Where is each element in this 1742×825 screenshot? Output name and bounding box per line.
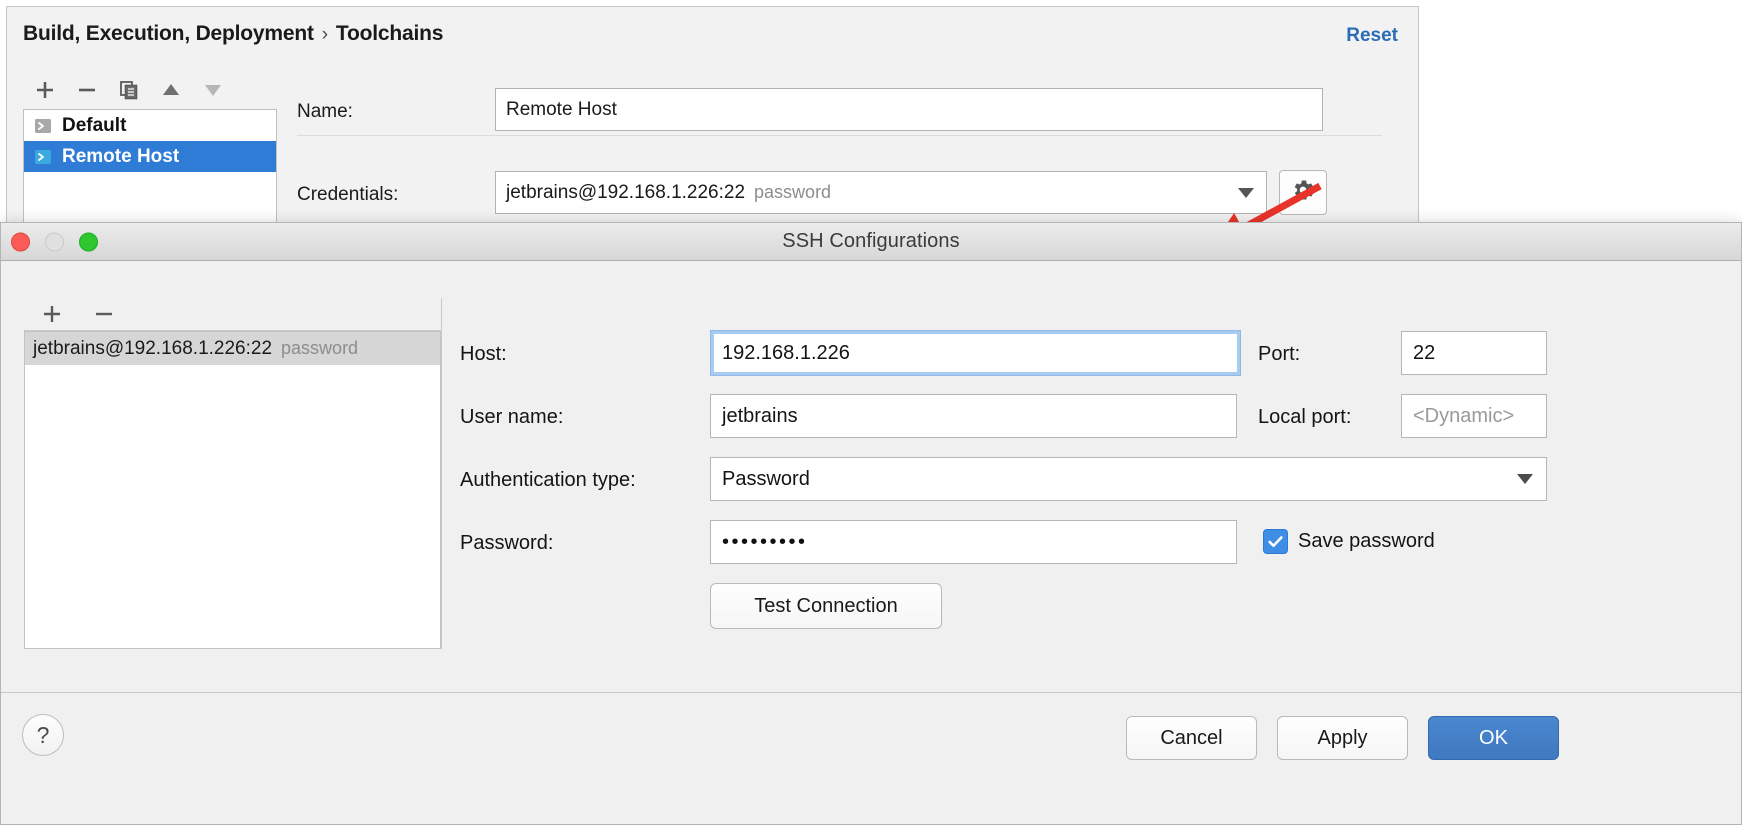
password-input-value: •••••••••	[722, 531, 808, 554]
copy-icon[interactable]	[117, 78, 141, 102]
cancel-label: Cancel	[1160, 727, 1222, 750]
ssh-config-auth-suffix: password	[281, 338, 358, 359]
close-window-button[interactable]	[11, 232, 30, 251]
local-port-input[interactable]: <Dynamic>	[1401, 394, 1547, 438]
zoom-window-button[interactable]	[79, 232, 98, 251]
host-input-value: 192.168.1.226	[722, 342, 850, 365]
breadcrumb-separator-icon: ›	[314, 24, 336, 45]
name-input[interactable]: Remote Host	[495, 88, 1323, 131]
toolchain-list-column: Default Remote Host	[23, 70, 277, 230]
auth-type-value: Password	[722, 468, 810, 491]
password-input[interactable]: •••••••••	[710, 520, 1237, 564]
form-divider	[297, 135, 1382, 136]
list-item[interactable]: jetbrains@192.168.1.226:22 password	[25, 332, 440, 365]
list-item-remote-host[interactable]: Remote Host	[24, 141, 276, 172]
ssh-configuration-list[interactable]: jetbrains@192.168.1.226:22 password	[24, 331, 441, 649]
list-item-label: Remote Host	[62, 146, 179, 168]
help-button[interactable]: ?	[22, 714, 64, 756]
save-password-label: Save password	[1298, 530, 1435, 553]
local-port-label: Local port:	[1258, 406, 1351, 429]
dialog-footer: ? Cancel Apply OK	[1, 693, 1741, 824]
auth-type-dropdown[interactable]: Password	[710, 457, 1547, 501]
gear-icon	[1290, 177, 1316, 208]
credentials-auth-suffix: password	[754, 182, 831, 203]
ssh-config-label: jetbrains@192.168.1.226:22	[33, 338, 272, 360]
add-icon[interactable]	[40, 302, 64, 326]
username-label: User name:	[460, 406, 563, 429]
minimize-window-button[interactable]	[45, 232, 64, 251]
ok-label: OK	[1479, 727, 1508, 750]
credentials-label: Credentials:	[297, 184, 398, 206]
apply-button[interactable]: Apply	[1277, 716, 1408, 760]
ok-button[interactable]: OK	[1428, 716, 1559, 760]
host-label: Host:	[460, 343, 507, 366]
apply-label: Apply	[1317, 727, 1367, 750]
port-label: Port:	[1258, 343, 1300, 366]
credentials-value: jetbrains@192.168.1.226:22	[506, 182, 745, 204]
settings-panel: Build, Execution, Deployment›Toolchains …	[6, 6, 1419, 222]
password-label: Password:	[460, 532, 553, 555]
breadcrumb: Build, Execution, Deployment›Toolchains	[23, 22, 443, 46]
chevron-down-icon	[1517, 474, 1533, 484]
toolchain-detail-form: Name: Remote Host Credentials: jetbrains…	[279, 70, 1418, 230]
panel-divider	[441, 298, 442, 649]
reset-link[interactable]: Reset	[1346, 25, 1398, 47]
toolchain-list-toolbar	[23, 70, 277, 109]
credentials-settings-button[interactable]	[1279, 170, 1327, 215]
move-up-icon[interactable]	[159, 78, 183, 102]
add-icon[interactable]	[33, 78, 57, 102]
local-port-placeholder: <Dynamic>	[1413, 405, 1514, 428]
cancel-button[interactable]: Cancel	[1126, 716, 1257, 760]
username-input[interactable]: jetbrains	[710, 394, 1237, 438]
host-input[interactable]: 192.168.1.226	[710, 330, 1241, 376]
test-connection-button[interactable]: Test Connection	[710, 583, 942, 629]
list-item-label: Default	[62, 115, 126, 137]
screenshot-root: Build, Execution, Deployment›Toolchains …	[0, 0, 1742, 825]
name-label: Name:	[297, 101, 353, 123]
list-item-default[interactable]: Default	[24, 110, 276, 141]
username-input-value: jetbrains	[722, 405, 798, 428]
move-down-icon[interactable]	[201, 78, 225, 102]
save-password-checkbox[interactable]: Save password	[1263, 529, 1435, 554]
help-button-label: ?	[37, 722, 50, 749]
port-input[interactable]: 22	[1401, 331, 1547, 375]
test-connection-label: Test Connection	[754, 595, 897, 618]
window-controls	[11, 232, 98, 251]
remove-icon[interactable]	[92, 302, 116, 326]
local-toolchain-icon	[33, 116, 53, 136]
dialog-body: jetbrains@192.168.1.226:22 password Host…	[1, 261, 1741, 693]
auth-type-label: Authentication type:	[460, 469, 636, 492]
breadcrumb-root: Build, Execution, Deployment	[23, 22, 314, 45]
port-input-value: 22	[1413, 342, 1435, 365]
remove-icon[interactable]	[75, 78, 99, 102]
breadcrumb-leaf: Toolchains	[336, 22, 443, 45]
checkmark-icon	[1263, 529, 1288, 554]
dialog-titlebar[interactable]: SSH Configurations	[1, 223, 1741, 261]
dialog-title: SSH Configurations	[1, 230, 1741, 253]
toolchain-list[interactable]: Default Remote Host	[23, 109, 277, 230]
ssh-list-toolbar	[24, 298, 441, 331]
remote-toolchain-icon	[33, 147, 53, 167]
ssh-configurations-dialog: SSH Configurations jetbrains@192.168.1.2…	[0, 222, 1742, 825]
chevron-down-icon	[1238, 188, 1254, 198]
credentials-dropdown[interactable]: jetbrains@192.168.1.226:22 password	[495, 171, 1267, 214]
name-input-value: Remote Host	[506, 99, 617, 121]
